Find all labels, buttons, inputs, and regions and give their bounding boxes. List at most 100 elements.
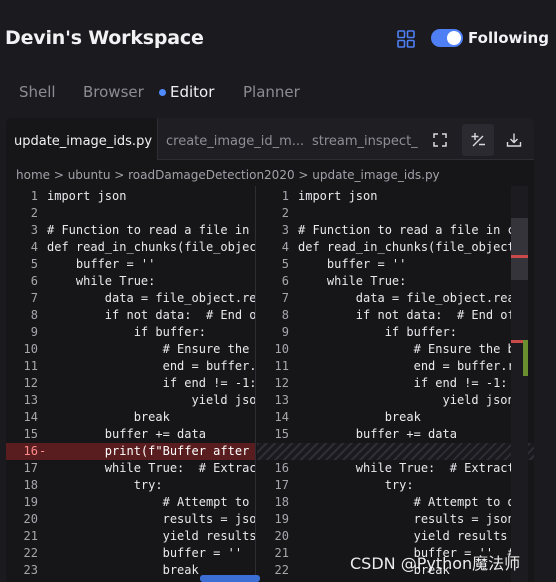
following-label: Following: [468, 29, 549, 47]
code-line[interactable]: 5 buffer = '': [6, 256, 255, 273]
file-tab-update-image-ids[interactable]: update_image_ids.py: [6, 118, 158, 160]
line-code: break: [298, 410, 421, 424]
diff-pane-original[interactable]: 1 import json 2 3 # Function to read a file …: [6, 186, 256, 582]
line-code: results = json.: [47, 512, 256, 526]
removed-line-marker: -: [39, 444, 47, 458]
horizontal-scrollbar[interactable]: [200, 575, 260, 582]
line-code: while True:: [298, 274, 407, 288]
code-line[interactable]: 13 yield json.: [257, 392, 534, 409]
code-line[interactable]: 2: [257, 205, 534, 222]
code-line[interactable]: 7 data = file_object.read: [6, 290, 255, 307]
code-line[interactable]: 22 buffer = '' #: [6, 545, 255, 562]
line-number: 14: [274, 410, 289, 424]
code-line[interactable]: 15 buffer += data: [257, 426, 534, 443]
fullscreen-icon[interactable]: [432, 132, 448, 148]
tab-shell[interactable]: Shell: [19, 83, 56, 101]
file-tab-create-image-id[interactable]: create_image_id_m...: [158, 118, 304, 160]
tab-planner[interactable]: Planner: [243, 83, 300, 101]
breadcrumb: home > ubuntu > roadDamageDetection2020 …: [16, 168, 440, 182]
line-number: 22: [274, 563, 289, 577]
line-code: while True: # Extract: [298, 461, 515, 475]
code-line[interactable]: 19 # Attempt to de: [6, 494, 255, 511]
line-code: try:: [47, 478, 163, 492]
grid-layout-icon[interactable]: [397, 30, 415, 48]
code-line[interactable]: 2: [6, 205, 255, 222]
line-number: 14: [23, 410, 38, 424]
line-number: 15: [23, 427, 38, 441]
line-code: if end != -1:: [298, 376, 508, 390]
code-line[interactable]: 11 end = buffer.rf: [257, 358, 534, 375]
workspace-title: Devin's Workspace: [5, 27, 204, 49]
code-line[interactable]: 1 import json: [6, 188, 255, 205]
line-code: if end != -1:: [47, 376, 256, 390]
file-tab-stream-inspect[interactable]: stream_inspect_: [304, 118, 422, 160]
diff-pane-modified[interactable]: 1 import json 2 3 # Function to read a file …: [257, 186, 534, 582]
following-toggle[interactable]: [431, 29, 463, 47]
code-line[interactable]: 4 def read_in_chunks(file_object,: [257, 239, 534, 256]
code-line[interactable]: 6 while True:: [6, 273, 255, 290]
line-code: yield results: [298, 529, 508, 543]
line-number: 11: [274, 359, 289, 373]
code-line[interactable]: 18 try:: [6, 477, 255, 494]
code-line[interactable]: 8 if not data: # End of: [257, 307, 534, 324]
line-number: 9: [281, 325, 289, 339]
code-line[interactable]: 3 # Function to read a file in ch: [257, 222, 534, 239]
code-line[interactable]: 17 while True: # Extract: [6, 460, 255, 477]
code-line[interactable]: 5 buffer = '': [257, 256, 534, 273]
line-number: 12: [23, 376, 38, 390]
code-line[interactable]: 8 if not data: # End of: [6, 307, 255, 324]
line-number: 10: [274, 342, 289, 356]
tab-browser[interactable]: Browser: [83, 83, 144, 101]
line-code: break: [47, 563, 199, 577]
code-line[interactable]: 16 while True: # Extract: [257, 460, 534, 477]
code-line[interactable]: 12 if end != -1:: [6, 375, 255, 392]
code-line[interactable]: 4 def read_in_chunks(file_object,: [6, 239, 255, 256]
line-number: 5: [30, 257, 38, 271]
line-code: end = buffer.rf: [47, 359, 256, 373]
line-number: 13: [23, 393, 38, 407]
code-line[interactable]: 17 try:: [257, 477, 534, 494]
line-code: while True:: [47, 274, 156, 288]
code-line[interactable]: 13 yield json.: [6, 392, 255, 409]
code-line[interactable]: 15 buffer += data: [6, 426, 255, 443]
line-code: results = json.: [298, 512, 522, 526]
line-number: 16: [274, 461, 289, 475]
code-line[interactable]: 9 if buffer:: [6, 324, 255, 341]
code-line[interactable]: 6 while True:: [257, 273, 534, 290]
code-line[interactable]: 11 end = buffer.rf: [6, 358, 255, 375]
line-code: # Ensure the bu: [47, 342, 256, 356]
code-line[interactable]: 3 # Function to read a file in ch: [6, 222, 255, 239]
line-number: 1: [30, 189, 38, 203]
tab-editor[interactable]: Editor: [170, 83, 214, 101]
line-code: print(f"Buffer after re: [47, 444, 256, 458]
line-code: data = file_object.read: [298, 291, 522, 305]
code-line[interactable]: 9 if buffer:: [257, 324, 534, 341]
code-line-removed[interactable]: 16- print(f"Buffer after re: [6, 443, 255, 460]
file-tab-bar: update_image_ids.py create_image_id_m...…: [6, 118, 534, 160]
code-line[interactable]: 19 results = json.: [257, 511, 534, 528]
scrollbar-thumb[interactable]: [511, 218, 528, 280]
code-line[interactable]: 10 # Ensure the bu: [6, 341, 255, 358]
line-number: 3: [281, 223, 289, 237]
line-code: yield json.: [47, 393, 256, 407]
code-line[interactable]: 14 break: [257, 409, 534, 426]
line-code: break: [47, 410, 170, 424]
code-line[interactable]: 10 # Ensure the bu: [257, 341, 534, 358]
line-number: 23: [23, 563, 38, 577]
line-code: end = buffer.rf: [298, 359, 522, 373]
code-line[interactable]: 21 yield results: [6, 528, 255, 545]
code-line[interactable]: 7 data = file_object.read: [257, 290, 534, 307]
line-number: 22: [23, 546, 38, 560]
code-line[interactable]: 14 break: [6, 409, 255, 426]
code-line[interactable]: 20 results = json.: [6, 511, 255, 528]
code-line[interactable]: 1 import json: [257, 188, 534, 205]
line-code: # Function to read a file in ch: [47, 223, 256, 237]
line-number: 4: [30, 240, 38, 254]
line-code: if buffer:: [298, 325, 457, 339]
line-number: 17: [23, 461, 38, 475]
code-line[interactable]: 12 if end != -1:: [257, 375, 534, 392]
download-icon[interactable]: [506, 132, 522, 148]
code-line[interactable]: 18 # Attempt to de: [257, 494, 534, 511]
code-line[interactable]: 20 yield results: [257, 528, 534, 545]
line-code: buffer += data: [298, 427, 457, 441]
